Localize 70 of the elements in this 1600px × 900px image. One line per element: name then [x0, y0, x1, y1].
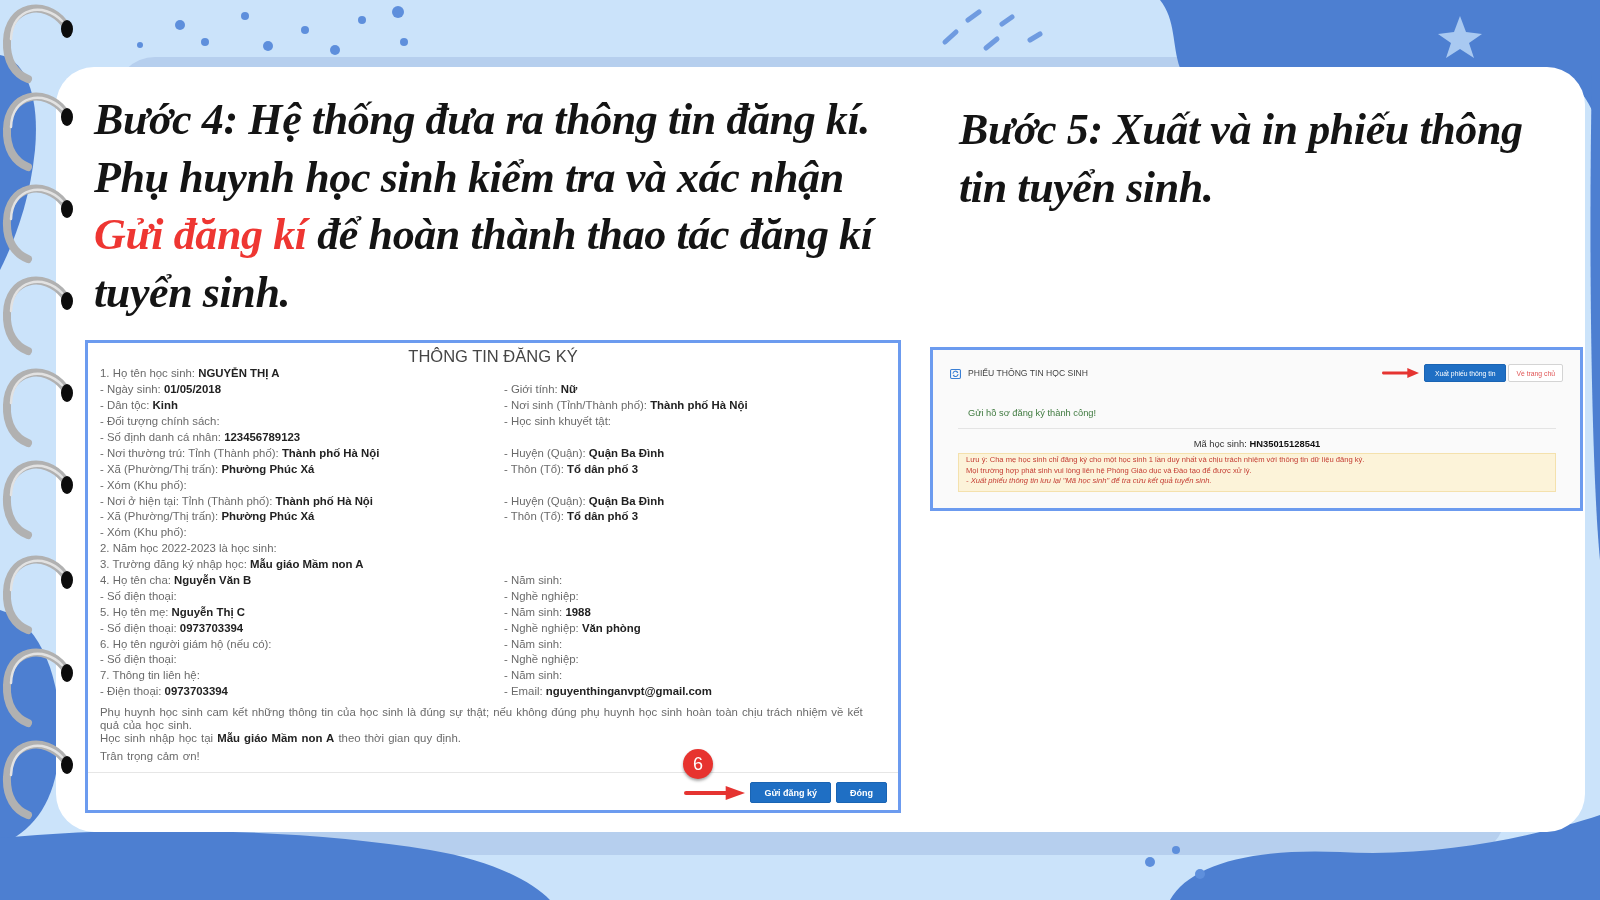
- refresh-icon: [950, 367, 961, 379]
- info-line: - Xã (Phường/Thị trấn): Phường Phúc Xá: [100, 510, 315, 524]
- note-text: Phụ huynh học sinh cam kết những thông tin của học sinh là đúng sự thật; nếu không đúng phụ huynh học sinh hoàn toàn chịu trách nhiệm về kết quả của học sinh.: [100, 705, 864, 732]
- confetti-dot: [301, 26, 309, 34]
- info-line: 3. Trường đăng ký nhập học: Mẫu giáo Mầm non A: [100, 558, 364, 572]
- confetti-dot: [137, 42, 143, 48]
- dialog-button[interactable]: Gửi đăng ký: [750, 782, 831, 803]
- info-line: 7. Thông tin liên hệ:: [100, 669, 200, 683]
- confetti-dash: [942, 29, 959, 45]
- info-line: - Năm sinh:: [504, 669, 563, 683]
- info-line: - Nghề nghiệp:: [504, 589, 579, 603]
- confetti-dot: [1145, 857, 1155, 867]
- confetti-dash: [1027, 31, 1043, 43]
- info-line: - Năm sinh:: [504, 574, 563, 587]
- info-line: - Thôn (Tổ): Tổ dân phố 3: [504, 462, 638, 476]
- confetti-dot: [392, 6, 404, 18]
- info-line: - Xóm (Khu phố):: [100, 526, 187, 540]
- success-message: Gửi hồ sơ đăng ký thành công!: [968, 408, 1097, 418]
- info-line: - Số điện thoại:: [100, 653, 177, 667]
- info-line: - Số điện thoại:: [100, 589, 177, 603]
- info-line: - Nơi ở hiện tại: Tỉnh (Thành phố): Thành phố Hà Nội: [100, 494, 373, 508]
- info-line: - Nghề nghiệp: Văn phòng: [504, 621, 641, 635]
- confetti-dot: [330, 45, 340, 55]
- confetti-dot: [263, 41, 273, 51]
- info-line: - Huyện (Quận): Quận Ba Đình: [504, 494, 665, 508]
- info-line: - Năm sinh: 1988: [504, 605, 591, 619]
- info-line: - Nơi sinh (Tỉnh/Thành phố): Thành phố Hà Nội: [504, 399, 748, 413]
- dialog-button[interactable]: Đóng: [836, 782, 887, 803]
- confetti-dot: [241, 12, 249, 20]
- info-line: - Năm sinh:: [504, 637, 563, 651]
- info-line: - Nghề nghiệp:: [504, 653, 579, 667]
- info-line: - Email: nguyenthinganvpt@gmail.com: [504, 685, 712, 699]
- confetti-dash: [965, 9, 982, 23]
- info-line: - Số định danh cá nhân: 123456789123: [100, 431, 301, 444]
- step-heading: Bước 5: Xuất và in phiếu thông tin tuyển sinh.: [957, 104, 1524, 214]
- step-badge: 6: [683, 749, 713, 779]
- info-line: - Điện thoại: 0973703394: [100, 685, 228, 699]
- confetti-dash: [983, 36, 1000, 51]
- info-line: 6. Họ tên người giám hộ (nếu có):: [100, 637, 272, 651]
- info-line: - Xã (Phường/Thị trấn): Phường Phúc Xá: [100, 462, 315, 476]
- confetti-dash: [999, 14, 1015, 27]
- arrow-icon: [684, 785, 746, 800]
- star-shape: [1438, 16, 1482, 58]
- confetti-dot: [1195, 869, 1205, 879]
- note-text: Học sinh nhập học tại Mẫu giáo Mầm non A theo thời gian quy định.: [100, 731, 461, 745]
- confetti-dot: [1172, 846, 1180, 854]
- info-line: - Đối tượng chính sách:: [100, 415, 220, 429]
- info-line: 2. Năm học 2022-2023 là học sinh:: [100, 542, 277, 556]
- student-code: Mã học sinh: HN35015128541: [1193, 438, 1321, 450]
- info-line: 1. Họ tên học sinh: NGUYỄN THỊ A: [100, 367, 280, 381]
- closing-text: Trân trọng cảm ơn!: [100, 749, 200, 763]
- form-title: THÔNG TIN ĐĂNG KÝ: [408, 346, 578, 366]
- info-line: 5. Họ tên mẹ: Nguyễn Thị C: [100, 605, 245, 619]
- info-line: - Giới tính: Nữ: [504, 383, 578, 397]
- arrow-icon: [1382, 368, 1419, 378]
- info-line: 4. Họ tên cha: Nguyễn Văn B: [100, 574, 252, 587]
- info-line: - Số điện thoại: 0973703394: [100, 621, 244, 635]
- panel-title: PHIẾU THÔNG TIN HỌC SINH: [968, 368, 1088, 378]
- info-line: - Dân tộc: Kinh: [100, 399, 178, 413]
- info-line: - Thôn (Tổ): Tổ dân phố 3: [504, 510, 638, 524]
- info-line: - Học sinh khuyết tật:: [504, 415, 611, 429]
- info-line: - Xóm (Khu phố):: [100, 478, 187, 492]
- info-line: - Nơi thường trú: Tỉnh (Thành phố): Thành phố Hà Nội: [100, 446, 380, 460]
- info-line: - Ngày sinh: 01/05/2018: [100, 383, 221, 397]
- step-heading: Bước 4: Hệ thống đưa ra thông tin đăng kí. Phụ huynh học sinh kiểm tra và xác nhận Gửi đăng kí để hoàn thành thao tác đăng kí tuyển sinh.: [85, 67, 915, 321]
- info-line: - Huyện (Quận): Quận Ba Đình: [504, 446, 665, 460]
- confetti-dot: [201, 38, 209, 46]
- confetti-dot: [175, 20, 185, 30]
- confetti-dot: [400, 38, 408, 46]
- confetti-dot: [358, 16, 366, 24]
